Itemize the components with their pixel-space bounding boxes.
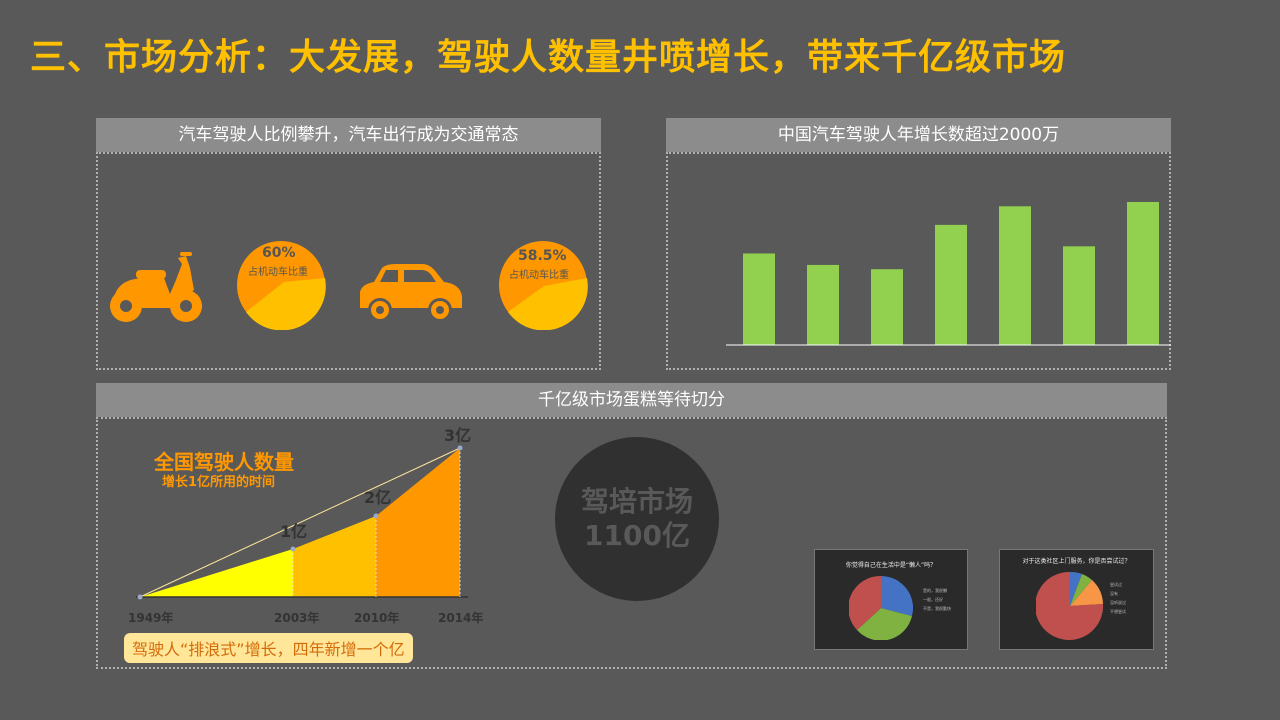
thumb1-legend-3: 不是，我很勤快 [923, 606, 951, 611]
thumb2-legend-2: 没有 [1110, 591, 1118, 596]
panel-left-header: 汽车驾驶人比例攀升，汽车出行成为交通常态 [96, 118, 601, 152]
thumb2-legend-1: 尝试过 [1110, 582, 1122, 587]
market-value: 1100亿 [584, 519, 690, 552]
bar-7 [1127, 202, 1159, 345]
year-2014: 2014年 [438, 611, 484, 625]
year-2003: 2003年 [274, 611, 320, 625]
panel-bottom-header: 千亿级市场蛋糕等待切分 [96, 383, 1167, 417]
market-circle: 驾培市场 1100亿 [555, 437, 719, 601]
thumb1-title: 你觉得自己在生活中是“懒人”吗？ [845, 562, 937, 569]
thumb2-title: 对于这类社区上门服务，你是否尝试过？ [1022, 558, 1131, 565]
thumb2-pie [1036, 572, 1104, 640]
car-icon [360, 264, 462, 322]
bar-6 [1063, 246, 1095, 345]
level-2yi: 2亿 [364, 488, 392, 507]
pie1-percent: 60% [262, 245, 296, 261]
market-name: 驾培市场 [580, 485, 693, 518]
bar-4 [935, 224, 967, 345]
thumb1-pie [849, 576, 913, 640]
bar-chart [726, 202, 1171, 346]
year-1949: 1949年 [128, 611, 174, 625]
bar-3 [871, 269, 903, 345]
pie1-label: 占机动车比重 [248, 267, 308, 278]
page-title: 三、市场分析：大发展，驾驶人数量井喷增长，带来千亿级市场 [30, 37, 1067, 78]
level-1yi: 1亿 [280, 522, 308, 541]
bar-2 [807, 264, 839, 345]
thumb1-legend-2: 一般，还好 [923, 597, 943, 602]
level-3yi: 3亿 [444, 426, 472, 445]
thumb1-legend-1: 是的，我很懒 [923, 588, 947, 593]
survey-thumbnail-2: 对于这类社区上门服务，你是否尝试过？ 尝试过 没有 没听说过 不想尝试 [999, 549, 1154, 650]
thumb2-legend-3: 没听说过 [1110, 600, 1126, 605]
thumb2-legend-4: 不想尝试 [1110, 609, 1126, 614]
scooter-icon [110, 252, 202, 322]
growth-callout: 驾驶人“排浪式”增长，四年新增一个亿 [124, 633, 413, 663]
pie2-percent: 58.5% [518, 248, 567, 264]
panel-right-header: 中国汽车驾驶人年增长数超过2000万 [666, 118, 1171, 152]
bar-5 [999, 206, 1031, 345]
year-2010: 2010年 [354, 611, 400, 625]
bar-1 [743, 253, 775, 345]
pie2-label: 占机动车比重 [509, 270, 569, 281]
survey-thumbnail-1: 你觉得自己在生活中是“懒人”吗？ 是的，我很懒 一般，还好 不是，我很勤快 [814, 549, 968, 650]
growth-subtitle: 增长1亿所用的时间 [162, 475, 276, 490]
